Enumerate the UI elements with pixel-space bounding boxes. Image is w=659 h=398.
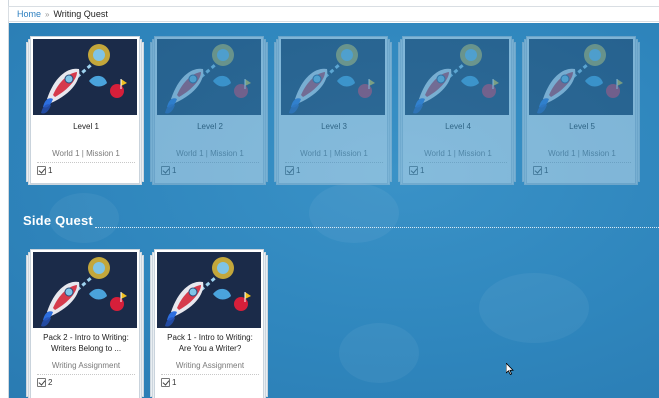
card-divider xyxy=(409,162,507,163)
card-divider xyxy=(37,374,135,375)
completion-count-value: 1 xyxy=(172,166,177,175)
rocket-icon xyxy=(157,252,261,328)
quest-thumbnail xyxy=(529,39,633,115)
rocket-icon xyxy=(529,39,633,115)
checkbox-checked-icon xyxy=(161,166,170,175)
quest-card-stack: Level 3 World 1 | Mission 1 1 xyxy=(274,36,392,190)
quest-card-stack[interactable]: Pack 2 - Intro to Writing: Writers Belong… xyxy=(26,249,144,398)
breadcrumb: Home » Writing Quest xyxy=(8,6,659,22)
quest-card-stack[interactable]: Level 1 World 1 | Mission 1 1 xyxy=(26,36,144,190)
breadcrumb-home-link[interactable]: Home xyxy=(17,9,41,19)
rocket-icon xyxy=(405,39,509,115)
checkbox-checked-icon xyxy=(37,378,46,387)
completion-count: 1 xyxy=(409,166,424,175)
background-pattern xyxy=(339,323,419,383)
background-pattern xyxy=(479,273,589,343)
quest-card: Level 2 World 1 | Mission 1 1 xyxy=(154,36,264,184)
quest-card-title-line: Pack 2 - Intro to Writing: xyxy=(43,333,129,342)
quest-board: Level 1 World 1 | Mission 1 1 Level 2 World… xyxy=(9,23,659,398)
quest-thumbnail xyxy=(405,39,509,115)
quest-card-title-line: Pack 1 - Intro to Writing: xyxy=(167,333,253,342)
rocket-icon xyxy=(281,39,385,115)
card-divider xyxy=(285,162,383,163)
quest-card-subtitle: World 1 | Mission 1 xyxy=(176,149,244,158)
completion-count-value: 1 xyxy=(172,378,177,387)
side-quest-heading: Side Quest xyxy=(23,213,93,228)
quest-card[interactable]: Level 1 World 1 | Mission 1 1 xyxy=(30,36,140,184)
quest-card: Level 4 World 1 | Mission 1 1 xyxy=(402,36,512,184)
quest-thumbnail xyxy=(33,252,137,328)
completion-count: 1 xyxy=(37,166,52,175)
quest-card-stack: Level 4 World 1 | Mission 1 1 xyxy=(398,36,516,190)
rocket-icon xyxy=(33,39,137,115)
checkbox-checked-icon xyxy=(409,166,418,175)
side-quest-divider xyxy=(95,227,659,228)
quest-card-subtitle: World 1 | Mission 1 xyxy=(52,149,120,158)
rocket-icon xyxy=(33,252,137,328)
quest-card-title: Level 4 xyxy=(445,122,471,131)
breadcrumb-separator: » xyxy=(45,10,50,19)
checkbox-checked-icon xyxy=(37,166,46,175)
quest-card-title: Level 2 xyxy=(197,122,223,131)
completion-count: 1 xyxy=(533,166,548,175)
quest-card-title: Level 3 xyxy=(321,122,347,131)
completion-count-value: 1 xyxy=(296,166,301,175)
background-pattern xyxy=(309,183,399,243)
completion-count-value: 1 xyxy=(544,166,549,175)
quest-card-stack: Level 2 World 1 | Mission 1 1 xyxy=(150,36,268,190)
quest-thumbnail xyxy=(157,39,261,115)
rocket-icon xyxy=(157,39,261,115)
checkbox-checked-icon xyxy=(285,166,294,175)
quest-thumbnail xyxy=(33,39,137,115)
quest-card-subtitle: World 1 | Mission 1 xyxy=(300,149,368,158)
quest-card-title: Level 1 xyxy=(73,122,99,131)
quest-card-title: Pack 1 - Intro to Writing: Are You a Writ… xyxy=(157,332,263,354)
quest-card-title-line: Writers Belong to ... xyxy=(50,344,122,353)
card-divider xyxy=(533,162,631,163)
completion-count-value: 1 xyxy=(48,166,53,175)
checkbox-checked-icon xyxy=(533,166,542,175)
quest-card-stack: Level 5 World 1 | Mission 1 1 xyxy=(522,36,640,190)
quest-card: Level 5 World 1 | Mission 1 1 xyxy=(526,36,636,184)
quest-card-subtitle: World 1 | Mission 1 xyxy=(548,149,616,158)
quest-card[interactable]: Pack 2 - Intro to Writing: Writers Belong… xyxy=(30,249,140,398)
card-divider xyxy=(161,162,259,163)
quest-card-title-line: Are You a Writer? xyxy=(178,344,242,353)
completion-count-value: 1 xyxy=(420,166,425,175)
breadcrumb-current: Writing Quest xyxy=(53,9,108,19)
completion-count: 1 xyxy=(285,166,300,175)
completion-count: 1 xyxy=(161,378,176,387)
card-divider xyxy=(37,162,135,163)
quest-card-stack[interactable]: Pack 1 - Intro to Writing: Are You a Writ… xyxy=(150,249,268,398)
quest-card: Level 3 World 1 | Mission 1 1 xyxy=(278,36,388,184)
quest-card[interactable]: Pack 1 - Intro to Writing: Are You a Writ… xyxy=(154,249,264,398)
quest-thumbnail xyxy=(281,39,385,115)
quest-card-subtitle: World 1 | Mission 1 xyxy=(424,149,492,158)
card-divider xyxy=(161,374,259,375)
quest-thumbnail xyxy=(157,252,261,328)
completion-count: 1 xyxy=(161,166,176,175)
pointer-cursor-icon xyxy=(506,363,514,375)
quest-card-subtitle: Writing Assignment xyxy=(175,361,245,370)
completion-count-value: 2 xyxy=(48,378,53,387)
checkbox-checked-icon xyxy=(161,378,170,387)
quest-card-title: Level 5 xyxy=(569,122,595,131)
quest-card-subtitle: Writing Assignment xyxy=(51,361,121,370)
quest-card-title: Pack 2 - Intro to Writing: Writers Belong… xyxy=(33,332,139,354)
completion-count: 2 xyxy=(37,378,52,387)
